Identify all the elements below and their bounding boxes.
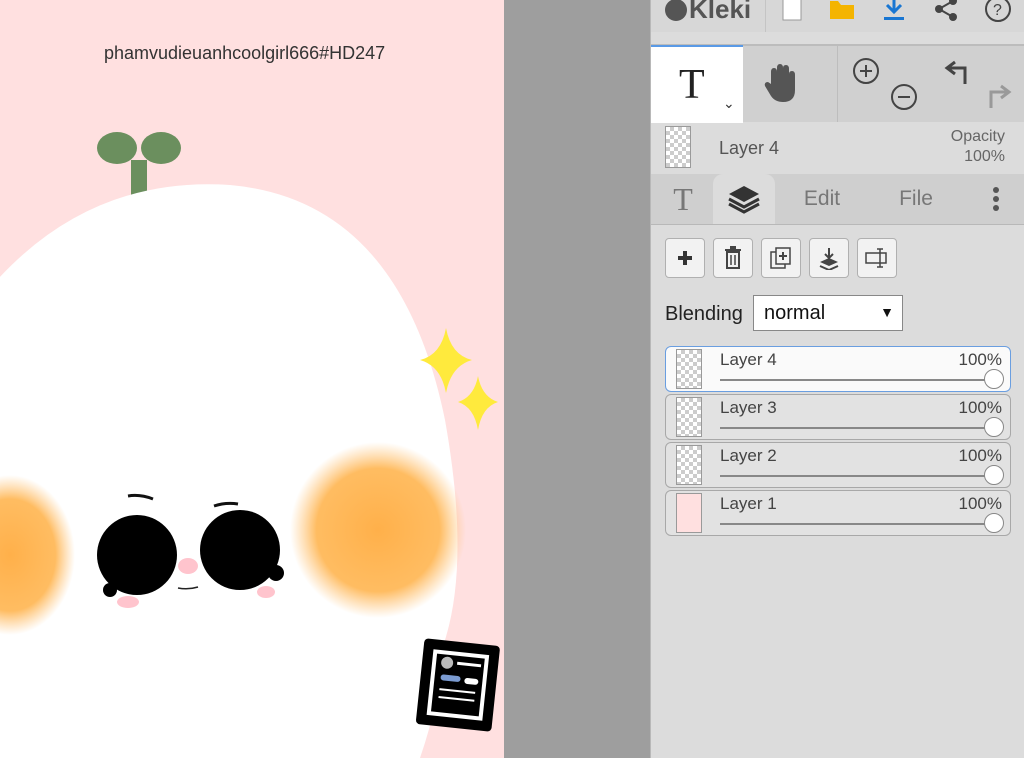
layer-opacity: 100% <box>958 494 1002 513</box>
undo-icon[interactable] <box>943 58 975 93</box>
sparkle-small <box>458 376 498 430</box>
opacity-slider-track[interactable] <box>720 475 992 477</box>
merge-down-icon <box>819 248 839 270</box>
app-name: Kleki <box>689 0 752 24</box>
layer-name: Layer 4 <box>720 350 777 369</box>
workspace-background <box>504 0 650 758</box>
divider <box>837 46 838 122</box>
eye-right <box>200 510 280 590</box>
tab-layers[interactable] <box>713 174 775 224</box>
layer-opacity: 100% <box>958 398 1002 417</box>
download-icon[interactable] <box>879 0 909 24</box>
opacity-slider-handle[interactable] <box>984 417 1004 437</box>
opacity-slider-track[interactable] <box>720 523 992 525</box>
opacity-slider-track[interactable] <box>720 379 992 381</box>
tab-text[interactable]: T <box>655 174 711 224</box>
kleki-logo-icon <box>665 0 687 21</box>
layer-name: Layer 1 <box>720 494 777 513</box>
layer-thumbnail <box>676 493 702 533</box>
add-layer-button[interactable] <box>665 238 705 278</box>
delete-layer-button[interactable] <box>713 238 753 278</box>
layer-thumbnail <box>676 397 702 437</box>
hand-tool-button[interactable] <box>761 62 801 109</box>
divider <box>765 0 766 32</box>
text-icon: T <box>673 180 693 217</box>
chevron-down-icon[interactable]: ⌄ <box>723 95 735 112</box>
blush-right <box>290 442 466 618</box>
text-tool-button[interactable]: T ⌄ <box>651 45 743 123</box>
sprout-leaf-right <box>141 132 181 164</box>
tool-row: T ⌄ <box>651 44 1024 123</box>
zoom-out-icon[interactable] <box>889 82 919 117</box>
layer-thumbnail <box>676 349 702 389</box>
cheek-dot-left <box>117 596 139 608</box>
tab-edit[interactable]: Edit <box>789 174 855 224</box>
layer-name: Layer 2 <box>720 446 777 465</box>
rename-layer-button[interactable] <box>857 238 897 278</box>
tab-file[interactable]: File <box>883 174 949 224</box>
blending-label: Blending <box>665 303 743 325</box>
opacity-slider-handle[interactable] <box>984 369 1004 389</box>
chevron-down-icon: ▼ <box>880 304 894 320</box>
canvas-artwork <box>0 132 500 758</box>
layer-item[interactable]: Layer 1 100% <box>665 490 1011 536</box>
text-tool-icon: T <box>679 62 705 108</box>
canvas-text-label: phamvudieuanhcoolgirl666#HD247 <box>104 43 386 63</box>
tab-edit-label: Edit <box>803 187 841 210</box>
opacity-slider-handle[interactable] <box>984 465 1004 485</box>
new-file-icon[interactable] <box>777 0 807 24</box>
add-layer-icon <box>678 251 692 265</box>
current-layer-thumbnail <box>665 126 691 168</box>
more-vertical-icon[interactable] <box>981 174 1011 224</box>
merge-down-button[interactable] <box>809 238 849 278</box>
layer-name: Layer 3 <box>720 398 777 417</box>
layer-item[interactable]: Layer 4 100% <box>665 346 1011 392</box>
duplicate-layer-icon <box>770 247 791 269</box>
opacity-slider-handle[interactable] <box>984 513 1004 533</box>
app-logo[interactable]: Kleki <box>665 0 751 25</box>
zoom-in-icon[interactable] <box>851 56 881 91</box>
panel-tabs: T Edit File <box>651 174 1024 225</box>
layer-item[interactable]: Layer 2 100% <box>665 442 1011 488</box>
current-layer-name: Layer 4 <box>719 138 780 158</box>
opacity-value: 100% <box>964 148 1005 165</box>
open-folder-icon[interactable] <box>827 0 857 24</box>
blending-value: normal <box>764 301 826 324</box>
sprout-leaf-left <box>97 132 137 164</box>
share-icon[interactable] <box>931 0 961 24</box>
rename-layer-icon <box>865 248 887 268</box>
id-card-sticker <box>416 638 500 732</box>
current-layer-info: Layer 4 Opacity 100% <box>651 122 1024 174</box>
duplicate-layer-button[interactable] <box>761 238 801 278</box>
layer-item[interactable]: Layer 3 100% <box>665 394 1011 440</box>
blending-select[interactable]: normal ▼ <box>753 295 903 331</box>
help-icon[interactable]: ? <box>983 0 1013 24</box>
redo-icon[interactable] <box>981 82 1013 117</box>
hand-icon <box>764 64 795 102</box>
side-panel: Kleki ? T ⌄ Layer 4 Opacity 100% T Edit … <box>650 0 1024 758</box>
eye-right-tail <box>268 565 284 581</box>
tab-file-label: File <box>899 187 933 210</box>
eye-left-tail <box>103 583 117 597</box>
layer-opacity: 100% <box>958 350 1002 369</box>
drawing-canvas[interactable]: phamvudieuanhcoolgirl666#HD247 <box>0 0 504 758</box>
delete-layer-icon <box>725 246 741 269</box>
nose <box>178 558 198 574</box>
top-bar: Kleki ? <box>651 0 1024 32</box>
eye-left <box>97 515 177 595</box>
layers-icon <box>728 186 760 214</box>
svg-text:?: ? <box>993 2 1002 19</box>
layer-thumbnail <box>676 445 702 485</box>
opacity-slider-track[interactable] <box>720 427 992 429</box>
cheek-dot-right <box>257 586 275 598</box>
layer-opacity: 100% <box>958 446 1002 465</box>
opacity-label: Opacity <box>950 128 1005 145</box>
